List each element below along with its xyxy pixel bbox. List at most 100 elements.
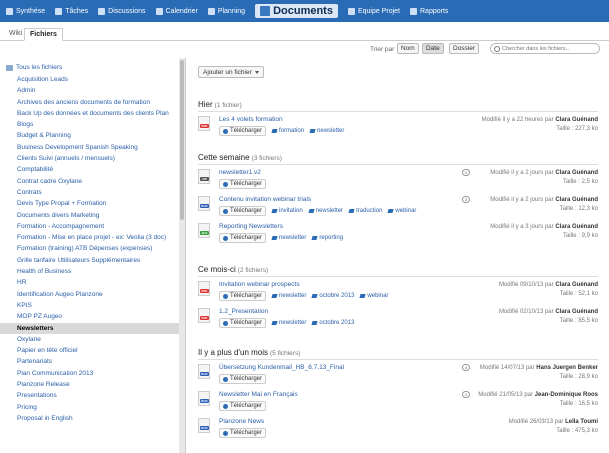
- download-button[interactable]: Télécharger: [219, 206, 267, 216]
- folder-item[interactable]: Plan Communication 2013: [17, 368, 182, 379]
- folder-item[interactable]: Pricing: [17, 402, 182, 413]
- add-file-button[interactable]: Ajouter un fichier: [198, 66, 264, 78]
- tag-link[interactable]: traduction: [348, 208, 382, 214]
- download-button[interactable]: Télécharger: [219, 291, 267, 301]
- comment-count-icon[interactable]: 3: [462, 196, 470, 203]
- folder-item[interactable]: Formation - Mise en place projet - ex: V…: [17, 232, 182, 243]
- folder-item[interactable]: Oxylane: [17, 334, 182, 345]
- download-button[interactable]: Télécharger: [219, 428, 267, 438]
- nav-item-calendar[interactable]: Calendrier: [155, 7, 198, 15]
- file-row[interactable]: DOC Newsletter Mai en Français Télécharger…: [198, 390, 598, 414]
- nav-item-discussions[interactable]: Discussions: [98, 7, 146, 15]
- folder-item[interactable]: Grille tarifaire Utilisateurs Supplément…: [17, 255, 182, 266]
- tag-link[interactable]: newsletter: [271, 293, 306, 299]
- folder-item[interactable]: Admin: [17, 85, 182, 96]
- file-size: Taille : 227,3 ko: [556, 126, 598, 132]
- file-name-link[interactable]: 1.2_Presentation: [219, 308, 268, 315]
- sort-by-date-button[interactable]: Date: [422, 43, 444, 54]
- nav-item-home[interactable]: Synthèse: [6, 7, 45, 15]
- comment-count-icon[interactable]: 4: [462, 364, 470, 371]
- folder-root[interactable]: Tous les fichiers: [6, 64, 62, 71]
- file-row[interactable]: PDF Les 4 volets formation Télécharger form…: [198, 115, 598, 139]
- file-type-badge: DOC: [200, 426, 209, 430]
- tag-link[interactable]: newsletter: [271, 235, 306, 241]
- sort-by-folder-button[interactable]: Dossier: [449, 43, 480, 54]
- tab-files[interactable]: Fichiers: [24, 28, 63, 41]
- file-row[interactable]: XLS Reporting Newsletters Télécharger newsl…: [198, 222, 598, 246]
- download-button[interactable]: Télécharger: [219, 233, 267, 243]
- nav-item-team[interactable]: Equipe Projet: [347, 7, 400, 15]
- folder-item[interactable]: Contrats: [17, 187, 182, 198]
- file-name-link[interactable]: Invitation webinar prospects: [219, 281, 300, 288]
- folder-item[interactable]: Clients Suivi (annuels / mensuels): [17, 153, 182, 164]
- folder-item[interactable]: HR: [17, 277, 182, 288]
- sidebar-scrollbar[interactable]: [179, 58, 185, 453]
- file-name-link[interactable]: Übersetzung Kundenmail_HB_6.7.13_Final: [219, 364, 344, 371]
- folder-item[interactable]: Planzone Release: [17, 379, 182, 390]
- file-name-link[interactable]: Newsletter Mai en Français: [219, 391, 298, 398]
- tag-link[interactable]: webinar: [387, 208, 416, 214]
- search-input[interactable]: [502, 45, 597, 52]
- file-name-link[interactable]: Les 4 volets formation: [219, 116, 283, 123]
- comment-count-icon[interactable]: 1: [462, 169, 470, 176]
- file-row[interactable]: ZIP newsletter1.v2 Télécharger Modifié il y…: [198, 168, 598, 192]
- file-name-link[interactable]: Contenu invitation webinar trials: [219, 196, 311, 203]
- tag-link[interactable]: octobre 2013: [311, 293, 355, 299]
- file-name-link[interactable]: Reporting Newsletters: [219, 223, 283, 230]
- nav-item-documents[interactable]: Documents: [255, 4, 338, 18]
- folder-item[interactable]: Comptabilité: [17, 164, 182, 175]
- folder-item[interactable]: Proposal in English: [17, 413, 182, 424]
- file-row[interactable]: DOC Übersetzung Kundenmail_HB_6.7.13_Fina…: [198, 363, 598, 387]
- folder-item[interactable]: Blogs: [17, 119, 182, 130]
- folder-item[interactable]: Health of Business: [17, 266, 182, 277]
- folder-item[interactable]: Contrat cadre Oxylane: [17, 176, 182, 187]
- folder-item[interactable]: Papier en tête officiel: [17, 345, 182, 356]
- tag-link[interactable]: newsletter: [271, 320, 306, 326]
- download-button[interactable]: Télécharger: [219, 179, 267, 189]
- file-row[interactable]: PDF Invitation webinar prospects Télécharg…: [198, 280, 598, 304]
- download-button[interactable]: Télécharger: [219, 401, 267, 411]
- folder-item[interactable]: Formation - Accompagnement: [17, 221, 182, 232]
- nav-item-tasks[interactable]: Tâches: [55, 7, 88, 15]
- tag-label: octobre 2013: [319, 293, 355, 299]
- tag-link[interactable]: newsletter: [308, 208, 343, 214]
- tag-link[interactable]: invitation: [271, 208, 303, 214]
- tag-icon: [387, 209, 394, 213]
- file-row[interactable]: PDF 1.2_Presentation Télécharger newsletter…: [198, 307, 598, 331]
- file-name-link[interactable]: newsletter1.v2: [219, 169, 261, 176]
- folder-list: Acquisition Leads Admin Archives des ancie…: [0, 74, 182, 424]
- tag-link[interactable]: webinar: [359, 293, 388, 299]
- download-icon: [223, 403, 228, 409]
- tag-link[interactable]: formation: [271, 128, 304, 134]
- folder-item[interactable]: Identification Augeo Planzone: [17, 289, 182, 300]
- tag-link[interactable]: octobre 2013: [311, 320, 354, 326]
- folder-item[interactable]: Budget & Planning: [17, 130, 182, 141]
- sort-by-name-button[interactable]: Nom: [397, 43, 419, 54]
- folder-item[interactable]: Documents divers Marketing: [17, 210, 182, 221]
- tag-link[interactable]: reporting: [311, 235, 343, 241]
- modified-text: Modifié 02/10/13 par: [498, 309, 554, 315]
- comment-count-icon[interactable]: 1: [462, 391, 470, 398]
- folder-item[interactable]: Newsletters: [0, 322, 182, 334]
- folder-item[interactable]: Back Up des données et documents des cli…: [17, 108, 182, 119]
- file-tags: Télécharger newsletter octobre 2013: [219, 318, 354, 328]
- folder-item[interactable]: Devis Type Propal + Formation: [17, 198, 182, 209]
- folder-item[interactable]: KPIS: [17, 300, 182, 311]
- folder-item[interactable]: Presentations: [17, 390, 182, 401]
- file-name-link[interactable]: Planzone News: [219, 418, 264, 425]
- download-button[interactable]: Télécharger: [219, 126, 267, 136]
- tag-link[interactable]: newsletter: [309, 128, 344, 134]
- folder-item[interactable]: Formation (training) ATB Dépenses (expen…: [17, 243, 182, 254]
- folder-item[interactable]: MOP PZ Augeo: [17, 311, 182, 322]
- nav-item-planning[interactable]: Planning: [207, 7, 245, 15]
- scrollbar-thumb[interactable]: [180, 60, 184, 220]
- download-button[interactable]: Télécharger: [219, 318, 267, 328]
- file-row[interactable]: DOC Planzone News Télécharger Modifié 26/03…: [198, 417, 598, 441]
- folder-item[interactable]: Business Development Spanish Speaking: [17, 142, 182, 153]
- folder-item[interactable]: Acquisition Leads: [17, 74, 182, 85]
- folder-item[interactable]: Archives des anciens documents de format…: [17, 97, 182, 108]
- download-button[interactable]: Télécharger: [219, 374, 267, 384]
- file-row[interactable]: DOC Contenu invitation webinar trials Télé…: [198, 195, 598, 219]
- folder-item[interactable]: Partenariats: [17, 356, 182, 367]
- nav-item-reports[interactable]: Rapports: [410, 7, 448, 15]
